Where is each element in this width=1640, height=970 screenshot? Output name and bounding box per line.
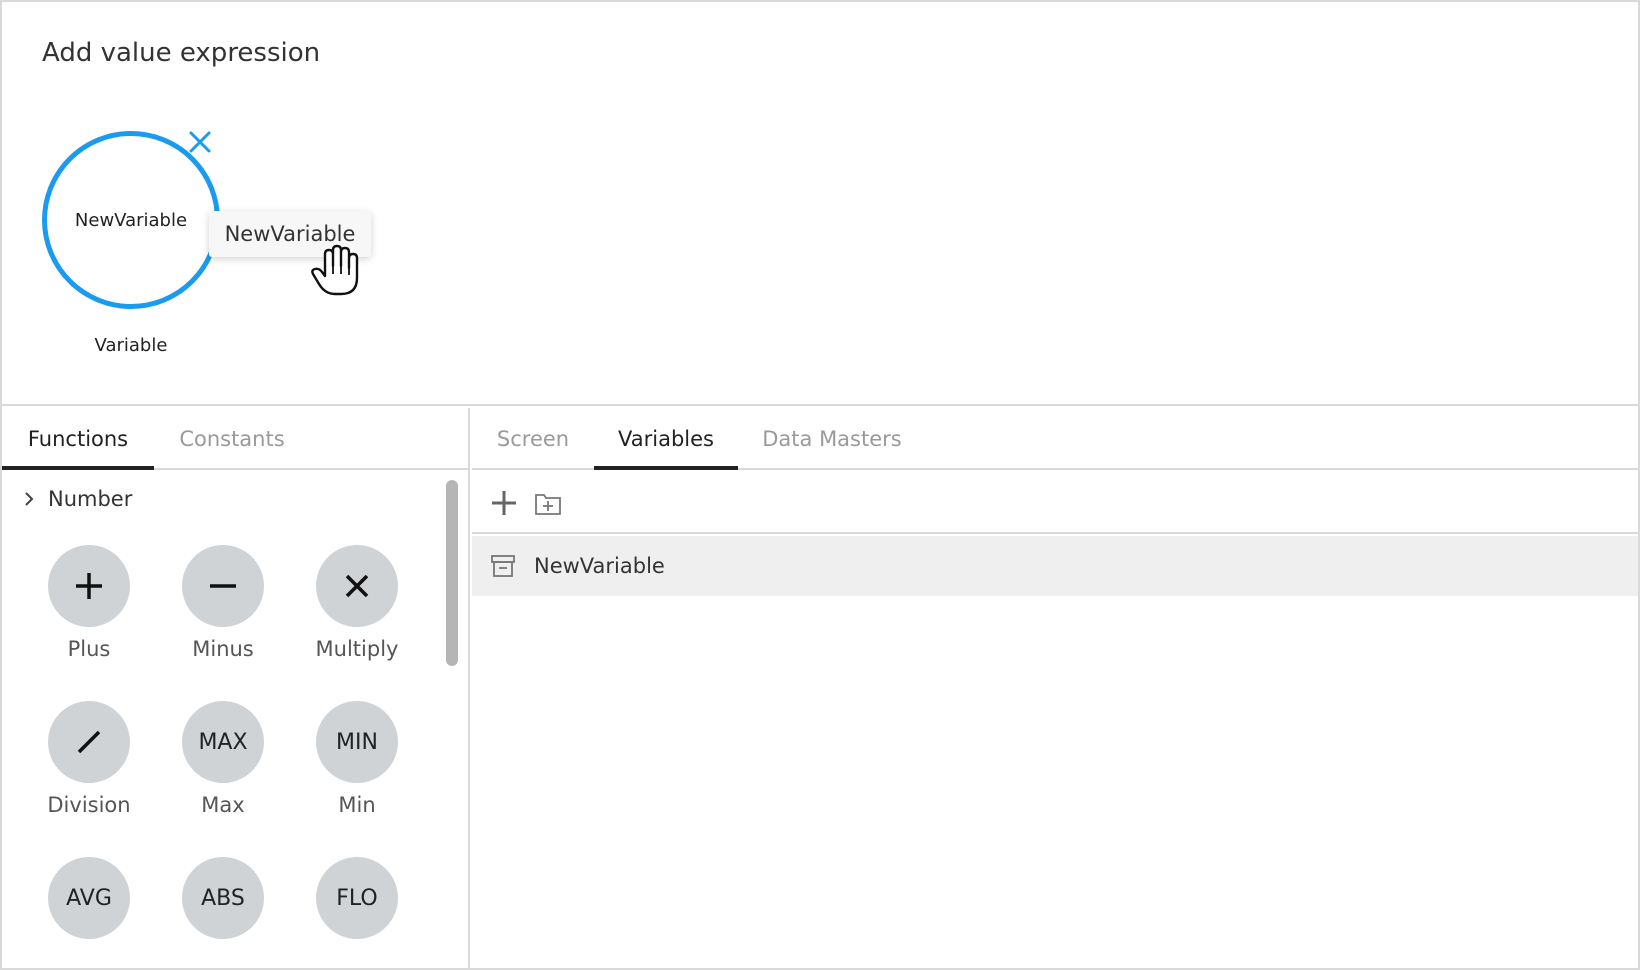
tab-variables[interactable]: Variables	[594, 408, 738, 470]
plus-icon	[48, 545, 130, 627]
function-division[interactable]: Division	[29, 701, 149, 817]
function-min-label: Min	[338, 793, 376, 817]
variable-box-icon	[491, 555, 515, 577]
functions-panel: Functions Constants Number Plus Minus Mu…	[2, 408, 470, 970]
tab-functions[interactable]: Functions	[2, 408, 154, 470]
variables-panel: Screen Variables Data Masters NewVariabl…	[472, 408, 1638, 970]
function-plus-label: Plus	[67, 637, 111, 661]
function-avg[interactable]: AVG	[29, 857, 149, 939]
add-folder-icon[interactable]	[533, 488, 563, 518]
category-number[interactable]: Number	[22, 484, 132, 514]
tab-data-masters[interactable]: Data Masters	[738, 408, 926, 470]
minus-icon	[182, 545, 264, 627]
expression-editor-window: Add value expression NewVariable Variabl…	[0, 0, 1640, 970]
chevron-right-icon	[25, 492, 34, 506]
category-number-label: Number	[48, 487, 133, 511]
function-multiply[interactable]: Multiply	[297, 545, 417, 661]
max-icon: MAX	[182, 701, 264, 783]
variable-row-name: NewVariable	[534, 554, 665, 578]
variable-node-caption: Variable	[94, 335, 168, 356]
function-minus-label: Minus	[192, 637, 254, 661]
function-multiply-label: Multiply	[315, 637, 399, 661]
functions-scrollbar[interactable]	[446, 480, 458, 666]
function-division-label: Division	[47, 793, 131, 817]
multiply-icon	[316, 545, 398, 627]
flo-icon: FLO	[316, 857, 398, 939]
min-icon: MIN	[316, 701, 398, 783]
function-plus[interactable]: Plus	[29, 545, 149, 661]
function-max-label: Max	[201, 793, 245, 817]
tab-constants[interactable]: Constants	[154, 408, 310, 470]
tab-screen[interactable]: Screen	[472, 408, 594, 470]
functions-tab-bar: Functions Constants	[2, 408, 468, 470]
function-minus[interactable]: Minus	[163, 545, 283, 661]
source-tab-bar: Screen Variables Data Masters	[472, 408, 1638, 470]
function-abs[interactable]: ABS	[163, 857, 283, 939]
dragged-variable-label: NewVariable	[224, 222, 356, 246]
close-icon[interactable]	[187, 129, 213, 155]
page-title: Add value expression	[42, 38, 321, 68]
function-flo[interactable]: FLO	[297, 857, 417, 939]
function-max[interactable]: MAX Max	[163, 701, 283, 817]
avg-icon: AVG	[48, 857, 130, 939]
variables-toolbar	[472, 472, 1638, 534]
dragged-variable-chip[interactable]: NewVariable	[209, 211, 371, 257]
expression-canvas[interactable]: Add value expression NewVariable Variabl…	[2, 2, 1638, 406]
variable-node[interactable]: NewVariable	[42, 131, 220, 309]
variable-node-label: NewVariable	[74, 209, 188, 231]
variable-row[interactable]: NewVariable	[472, 536, 1638, 596]
abs-icon: ABS	[182, 857, 264, 939]
division-icon	[48, 701, 130, 783]
function-min[interactable]: MIN Min	[297, 701, 417, 817]
add-icon[interactable]	[489, 488, 519, 518]
